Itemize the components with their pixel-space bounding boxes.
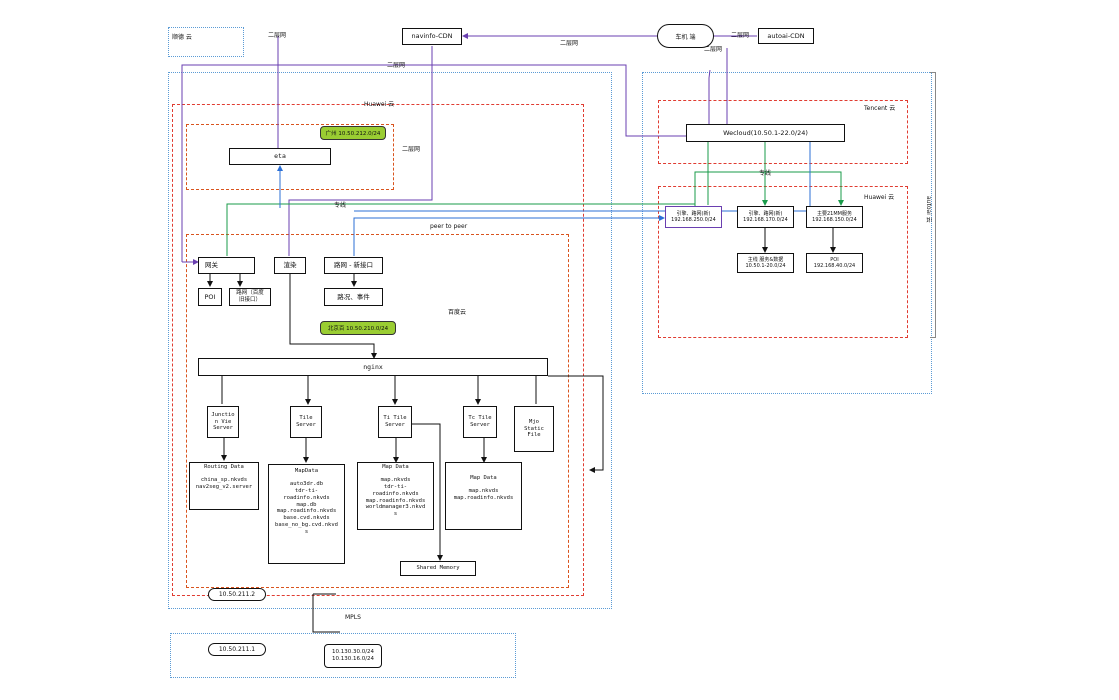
peer-to-peer-label: peer to peer [430,223,468,230]
mjo-static-file[interactable]: Mjo Static File [514,406,554,452]
autoai-cdn-node[interactable]: autoai-CDN [758,28,814,44]
huawei-box-3[interactable]: 主要21MM服务 192.168.150.0/24 [806,206,863,228]
tencent-label: Tencent 云 [864,105,896,112]
gateway-node[interactable]: 网关 [198,257,255,274]
guangzhou-tag: 广州 10.50.212.0/24 [320,126,386,140]
connector-lines [181,33,844,633]
mapdata-box-3: Map Data map.nkvds map.roadinfo.nkvds [445,462,522,530]
right-bracket [930,72,936,338]
mapdata-3-body: map.nkvds map.roadinfo.nkvds [453,487,514,501]
eta-node[interactable]: eta [229,148,331,165]
edge-label-5: 二层网 [387,62,406,69]
huawei-box-2[interactable]: 引擎、路网(新) 192.168.170.0/24 [737,206,794,228]
ip-bottom-box: 10.130.30.0/24 10.130.16.0/24 [324,644,382,668]
edge-label-6: 专线 [334,202,347,209]
mapdata-2-body: map.nkvds tdr-ti- roadinfo.nkvds map.roa… [365,476,426,518]
junction-server[interactable]: Junctio n Vie Server [207,406,239,438]
routing-data-title: Routing Data [204,464,244,470]
huawei-box-4[interactable]: 主线 服务&数据 10.50.1-20.0/24 [737,253,794,273]
mapdata-3-title: Map Data [470,475,497,481]
traffic-event-node[interactable]: 路况、事件 [324,288,383,306]
tile-server[interactable]: Tile Server [290,406,322,438]
ti-tile-server[interactable]: Ti Tile Server [378,406,412,438]
shunde-label: 顺德 云 [172,34,192,41]
poi-left-node[interactable]: POI [198,288,222,306]
huawei-box-5[interactable]: POI 192.168.40.0/24 [806,253,863,273]
huawei-box-1[interactable]: 引擎、路网(新) 192.168.250.0/24 [665,206,722,228]
tc-tile-server[interactable]: Tc Tile Server [463,406,497,438]
routing-data-body: china_sp.nkvds nav2seg_v2.server [195,476,253,490]
edge-label-4: 二层网 [704,46,723,53]
huawei-left-label: Huawei 云 [364,101,395,108]
ip-10-50-211-1: 10.50.211.1 [208,643,266,656]
mapdata-box-2: Map Data map.nkvds tdr-ti- roadinfo.nkvd… [357,462,434,530]
baidu-cloud-label: 百度云 [448,309,467,316]
route-new-node[interactable]: 路网 - 新接口 [324,257,383,274]
wecloud-node[interactable]: Wecloud(10.50.1-22.0/24) [686,124,845,142]
mapdata-2-title: Map Data [382,464,409,470]
edge-label-1: 二层网 [268,32,287,39]
edge-label-guangzhou: 二层网 [402,146,421,153]
mapdata-box-1: MapData auto3dr.db tdr-ti- roadinfo.nkvd… [268,464,345,564]
navinfo-cdn-node[interactable]: navinfo-CDN [402,28,462,45]
ip-10-50-211-2: 10.50.211.2 [208,588,266,601]
route-old-node[interactable]: 路网（百度 旧接口） [229,288,271,306]
mpls-label: MPLS [345,614,361,621]
huawei-right-label: Huawei 云 [864,194,895,201]
mapdata-1-body: auto3dr.db tdr-ti- roadinfo.nkvds map.db… [275,480,338,535]
render-node[interactable]: 渲染 [274,257,306,274]
routing-data-box: Routing Data china_sp.nkvds nav2seg_v2.s… [189,462,259,510]
beijing-tag: 北京百 10.50.210.0/24 [320,321,396,335]
nginx-node[interactable]: nginx [198,358,548,376]
shared-memory-node[interactable]: Shared Memory [400,561,476,576]
edge-label-3: 二层网 [731,32,750,39]
edge-label-7: 专线 [759,170,772,177]
mapdata-1-title: MapData [294,468,319,474]
edge-label-2: 二层网 [560,40,579,47]
